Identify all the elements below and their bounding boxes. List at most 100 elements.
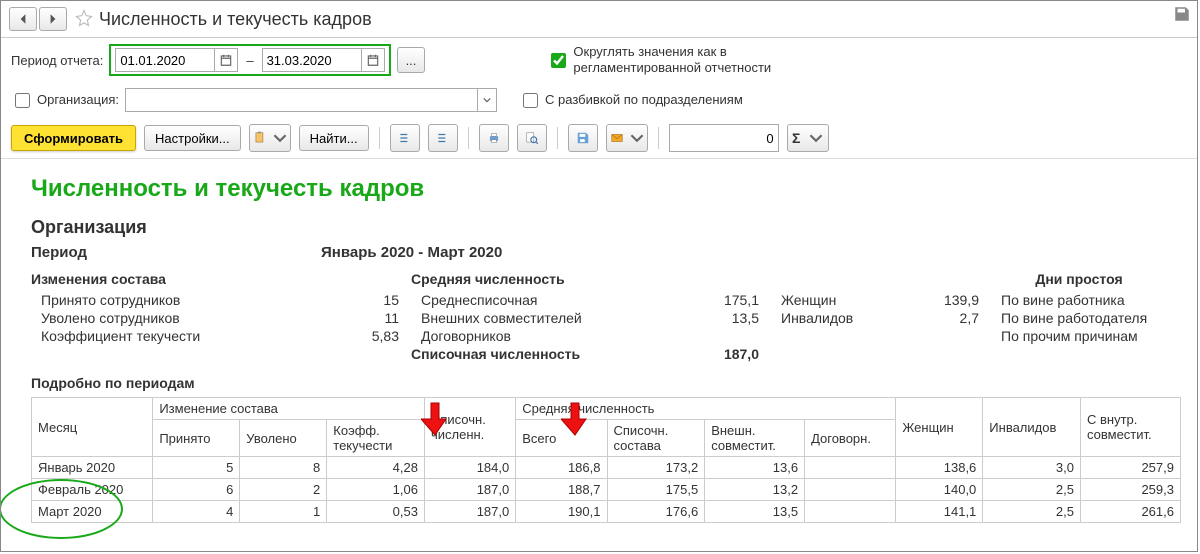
sum-input[interactable] xyxy=(669,124,779,152)
th-month: Месяц xyxy=(32,398,153,457)
ext-label: Внешних совместителей xyxy=(421,310,703,326)
avglist-label: Среднесписочная xyxy=(421,292,703,308)
separator xyxy=(379,127,380,149)
org-checkbox-wrap[interactable]: Организация: xyxy=(11,90,119,111)
separator xyxy=(468,127,469,149)
th-ext: Внешн. совместит. xyxy=(705,420,805,457)
run-button[interactable]: Сформировать xyxy=(11,125,136,151)
cell-list2: 176,6 xyxy=(607,501,705,523)
cell-hired: 4 xyxy=(153,501,240,523)
app-window: Численность и текучесть кадров Период от… xyxy=(0,0,1198,552)
topbar: Численность и текучесть кадров xyxy=(1,1,1197,38)
breakdown-checkbox-wrap[interactable]: С разбивкой по подразделениям xyxy=(519,90,743,111)
forward-button[interactable] xyxy=(39,7,67,31)
find-button[interactable]: Найти... xyxy=(299,125,369,151)
th-change-group: Изменение состава xyxy=(153,398,425,420)
round-checkbox-wrap[interactable]: Округлять значения как в регламентирован… xyxy=(547,44,783,75)
cell-int: 261,6 xyxy=(1081,501,1181,523)
org-label: Организация: xyxy=(37,92,119,108)
cell-coef: 4,28 xyxy=(327,457,425,479)
favorite-icon[interactable] xyxy=(75,9,93,30)
preview-button[interactable] xyxy=(517,124,547,152)
calendar-to-icon[interactable] xyxy=(361,49,384,71)
idle1-label: По вине работника xyxy=(1001,292,1167,308)
period-more-button[interactable]: ... xyxy=(397,47,426,73)
cell-fired: 8 xyxy=(240,457,327,479)
th-fired: Уволено xyxy=(240,420,327,457)
summary-stats: Изменения состава Принято сотрудников15 … xyxy=(31,271,1167,367)
mail-dropdown-button[interactable] xyxy=(606,124,648,152)
date-from-input[interactable] xyxy=(116,51,214,70)
cell-list: 187,0 xyxy=(424,479,515,501)
list-value: 187,0 xyxy=(703,346,771,362)
org-dropdown-icon[interactable] xyxy=(477,89,496,111)
detail-table: Месяц Изменение состава Списочн. численн… xyxy=(31,397,1181,523)
report-period: Период Январь 2020 - Март 2020 xyxy=(31,244,1167,261)
women-value: 139,9 xyxy=(923,292,991,308)
cell-women: 141,1 xyxy=(896,501,983,523)
idle-header: Дни простоя xyxy=(991,271,1167,287)
org-input[interactable] xyxy=(126,91,477,110)
cell-fired: 2 xyxy=(240,479,327,501)
th-list2: Списочн. состава xyxy=(607,420,705,457)
sigma-dropdown-button[interactable]: Σ xyxy=(787,124,829,152)
calendar-from-icon[interactable] xyxy=(214,49,237,71)
inv-value: 2,7 xyxy=(923,310,991,326)
idle3-label: По прочим причинам xyxy=(1001,328,1167,344)
page-title: Численность и текучесть кадров xyxy=(99,9,372,30)
dog-value xyxy=(703,328,771,344)
back-button[interactable] xyxy=(9,7,37,31)
detail-header: Подробно по периодам xyxy=(31,375,1167,391)
hired-value: 15 xyxy=(343,292,411,308)
settings-button[interactable]: Настройки... xyxy=(144,125,241,151)
cell-total: 186,8 xyxy=(516,457,607,479)
save-icon[interactable] xyxy=(1173,5,1191,26)
collapse-button[interactable] xyxy=(428,124,458,152)
idle2-label: По вине работодателя xyxy=(1001,310,1167,326)
org-checkbox[interactable] xyxy=(15,93,30,108)
cell-int: 257,9 xyxy=(1081,457,1181,479)
separator xyxy=(658,127,659,149)
cell-int: 259,3 xyxy=(1081,479,1181,501)
table-row: Январь 2020584,28184,0186,8173,213,6138,… xyxy=(32,457,1181,479)
cell-month: Январь 2020 xyxy=(32,457,153,479)
cell-list2: 173,2 xyxy=(607,457,705,479)
cell-women: 140,0 xyxy=(896,479,983,501)
coef-label: Коэффициент текучести xyxy=(41,328,343,344)
cell-dog xyxy=(805,501,896,523)
th-dog: Договорн. xyxy=(805,420,896,457)
cell-total: 190,1 xyxy=(516,501,607,523)
cell-ext: 13,5 xyxy=(705,501,805,523)
cell-month: Март 2020 xyxy=(32,501,153,523)
date-to-input[interactable] xyxy=(263,51,361,70)
cell-inv: 2,5 xyxy=(983,479,1081,501)
print-button[interactable] xyxy=(479,124,509,152)
th-women: Женщин xyxy=(896,398,983,457)
coef-value: 5,83 xyxy=(343,328,411,344)
separator xyxy=(557,127,558,149)
paste-dropdown-button[interactable] xyxy=(249,124,291,152)
cell-hired: 5 xyxy=(153,457,240,479)
expand-button[interactable] xyxy=(390,124,420,152)
th-hired: Принято xyxy=(153,420,240,457)
th-list: Списочн. численн. xyxy=(424,398,515,457)
period-row: Период отчета: – ... Округлять значения … xyxy=(1,38,1197,82)
hired-label: Принято сотрудников xyxy=(41,292,343,308)
period-hdr-label: Период xyxy=(31,244,311,261)
breakdown-checkbox[interactable] xyxy=(523,93,538,108)
th-int: С внутр. совместит. xyxy=(1081,398,1181,457)
changes-header: Изменения состава xyxy=(31,271,411,287)
cell-list: 184,0 xyxy=(424,457,515,479)
period-value: Январь 2020 - Март 2020 xyxy=(321,244,502,261)
cell-fired: 1 xyxy=(240,501,327,523)
report-title: Численность и текучесть кадров xyxy=(31,175,1167,203)
save-button[interactable] xyxy=(568,124,598,152)
report-org-label: Организация xyxy=(31,217,1167,238)
breakdown-label: С разбивкой по подразделениям xyxy=(545,92,743,108)
avg-header: Средняя численность xyxy=(411,271,771,287)
th-total: Всего xyxy=(516,420,607,457)
round-checkbox[interactable] xyxy=(551,53,566,68)
period-label: Период отчета: xyxy=(11,53,103,68)
fired-value: 11 xyxy=(343,310,411,326)
th-avg-group: Средняя численность xyxy=(516,398,896,420)
